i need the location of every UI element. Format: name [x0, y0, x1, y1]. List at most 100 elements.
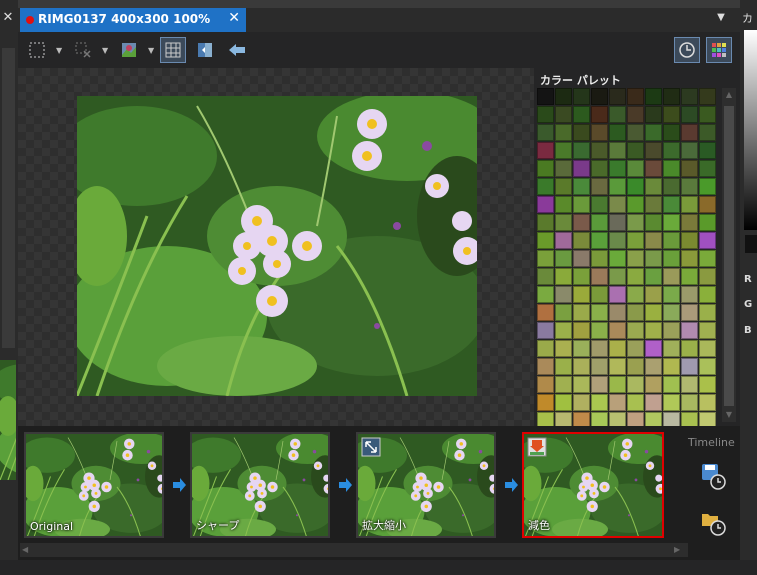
palette-swatch[interactable]: [699, 106, 716, 123]
palette-swatch[interactable]: [663, 394, 680, 411]
palette-swatch[interactable]: [699, 88, 716, 105]
palette-swatch[interactable]: [645, 340, 662, 357]
palette-swatch[interactable]: [573, 376, 590, 393]
palette-swatch[interactable]: [609, 322, 626, 339]
palette-swatch[interactable]: [627, 268, 644, 285]
back-arrow-icon[interactable]: [224, 37, 250, 63]
palette-swatch[interactable]: [627, 376, 644, 393]
palette-swatch[interactable]: [645, 88, 662, 105]
palette-swatch[interactable]: [573, 268, 590, 285]
palette-swatch[interactable]: [609, 88, 626, 105]
palette-swatch[interactable]: [591, 106, 608, 123]
palette-swatch[interactable]: [591, 232, 608, 249]
palette-swatch[interactable]: [555, 232, 572, 249]
save-history-icon[interactable]: [700, 462, 728, 490]
palette-swatch[interactable]: [609, 376, 626, 393]
palette-swatch[interactable]: [609, 214, 626, 231]
palette-swatch[interactable]: [591, 88, 608, 105]
palette-swatch[interactable]: [663, 142, 680, 159]
palette-swatch[interactable]: [537, 196, 554, 213]
document-tab[interactable]: RIMG0137 400x300 100% ✕: [20, 8, 246, 32]
palette-swatch[interactable]: [537, 124, 554, 141]
selection-rect-icon[interactable]: [24, 37, 50, 63]
palette-swatch[interactable]: [555, 268, 572, 285]
palette-swatch[interactable]: [699, 340, 716, 357]
scroll-down-icon[interactable]: ▼: [722, 408, 736, 422]
palette-swatch[interactable]: [699, 376, 716, 393]
palette-swatch[interactable]: [537, 340, 554, 357]
palette-swatch[interactable]: [555, 322, 572, 339]
palette-swatch[interactable]: [627, 250, 644, 267]
palette-swatch[interactable]: [699, 304, 716, 321]
palette-swatch[interactable]: [537, 394, 554, 411]
palette-swatch[interactable]: [591, 358, 608, 375]
palette-swatch[interactable]: [573, 106, 590, 123]
palette-swatch[interactable]: [663, 376, 680, 393]
palette-swatch[interactable]: [699, 358, 716, 375]
palette-swatch[interactable]: [627, 88, 644, 105]
palette-swatch[interactable]: [681, 88, 698, 105]
palette-swatch[interactable]: [555, 304, 572, 321]
palette-swatch[interactable]: [537, 142, 554, 159]
palette-swatch[interactable]: [627, 214, 644, 231]
timeline-item-original[interactable]: Original: [24, 432, 164, 538]
palette-swatch[interactable]: [591, 394, 608, 411]
palette-swatch[interactable]: [699, 142, 716, 159]
palette-swatch[interactable]: [573, 250, 590, 267]
palette-scroll-thumb[interactable]: [724, 106, 734, 406]
timeline-item-color-reduce[interactable]: 減色: [522, 432, 664, 538]
palette-swatch[interactable]: [555, 394, 572, 411]
palette-swatch[interactable]: [537, 322, 554, 339]
palette-swatch[interactable]: [645, 250, 662, 267]
palette-swatch[interactable]: [537, 304, 554, 321]
palette-swatch[interactable]: [645, 232, 662, 249]
palette-swatch[interactable]: [573, 322, 590, 339]
selection-dropdown-icon[interactable]: ▼: [56, 46, 62, 55]
palette-swatch[interactable]: [591, 160, 608, 177]
palette-swatch[interactable]: [627, 232, 644, 249]
palette-swatch[interactable]: [699, 268, 716, 285]
palette-swatch[interactable]: [591, 178, 608, 195]
palette-swatch[interactable]: [681, 178, 698, 195]
palette-swatch[interactable]: [645, 106, 662, 123]
palette-swatch[interactable]: [681, 340, 698, 357]
palette-swatch[interactable]: [627, 286, 644, 303]
palette-swatch[interactable]: [609, 124, 626, 141]
timeline-item-sharpen[interactable]: シャープ: [190, 432, 330, 538]
palette-swatch[interactable]: [681, 196, 698, 213]
palette-swatch[interactable]: [663, 88, 680, 105]
palette-swatch[interactable]: [537, 106, 554, 123]
palette-swatch[interactable]: [573, 178, 590, 195]
palette-swatch[interactable]: [555, 214, 572, 231]
palette-swatch[interactable]: [627, 358, 644, 375]
palette-swatch[interactable]: [663, 214, 680, 231]
palette-swatch[interactable]: [699, 214, 716, 231]
palette-swatch[interactable]: [645, 142, 662, 159]
palette-swatch[interactable]: [573, 358, 590, 375]
palette-swatch[interactable]: [645, 376, 662, 393]
palette-swatch[interactable]: [645, 124, 662, 141]
left-panel-close-icon[interactable]: ✕: [0, 8, 16, 28]
palette-swatch[interactable]: [609, 106, 626, 123]
palette-swatch[interactable]: [645, 286, 662, 303]
palette-swatch[interactable]: [699, 394, 716, 411]
palette-swatch[interactable]: [681, 142, 698, 159]
palette-swatch[interactable]: [609, 232, 626, 249]
palette-swatch[interactable]: [573, 160, 590, 177]
palette-swatch[interactable]: [591, 196, 608, 213]
palette-swatch[interactable]: [663, 232, 680, 249]
palette-swatch[interactable]: [681, 322, 698, 339]
palette-swatch[interactable]: [663, 178, 680, 195]
palette-swatch[interactable]: [681, 232, 698, 249]
palette-swatch[interactable]: [627, 142, 644, 159]
palette-swatch[interactable]: [609, 340, 626, 357]
palette-swatch[interactable]: [645, 394, 662, 411]
palette-swatch[interactable]: [591, 286, 608, 303]
image-adjust-dropdown-icon[interactable]: ▼: [148, 46, 154, 55]
palette-swatch[interactable]: [609, 196, 626, 213]
palette-swatch[interactable]: [537, 268, 554, 285]
palette-swatch[interactable]: [555, 178, 572, 195]
palette-swatch[interactable]: [627, 160, 644, 177]
compare-icon[interactable]: [192, 37, 218, 63]
palette-swatch[interactable]: [537, 232, 554, 249]
